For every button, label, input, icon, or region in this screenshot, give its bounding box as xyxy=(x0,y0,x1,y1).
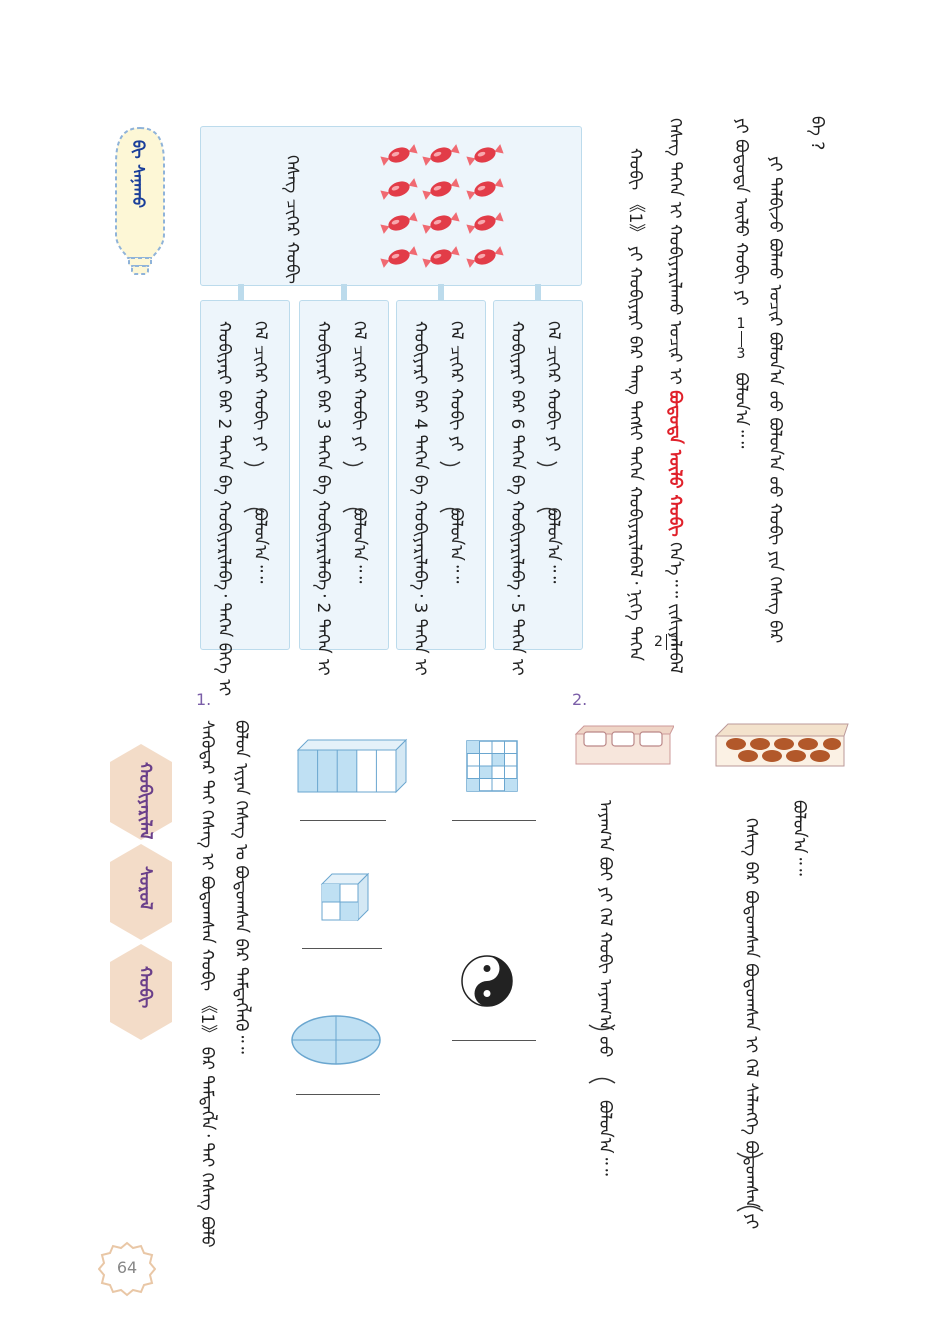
text-line-4: ᠬᠤᠪᠢ 《1》 ᠶᠢ ᠬᠤᠪᠢᠶᠠᠷᠢ ᠪᠡᠷ ᠲᠡᠩ ᠲᠡᠭᠰᠢ ᠲᠡᠭᠡᠨ… xyxy=(625,148,645,661)
tab-3[interactable]: ᠬᠤᠪᠢ xyxy=(130,966,160,1008)
exercise-1-line-b: ᠪᠣᠯᠤᠨ ᠢᠶᠠᠨ ᠬᠡᠰᠡᠭ ᠤ ᠪᠤᠳᠤᠭᠰᠠᠨ ᠪᠡᠷ ᠲᠡᠮᠳᠡᠭᠯᠡ… xyxy=(231,720,251,1054)
answer-parentheses xyxy=(536,461,558,513)
candy-row-1 xyxy=(379,142,505,168)
candy-row-2 xyxy=(379,176,505,202)
sub-box-3-line1: ᠬᠡᠯ ᠴᠢᠬᠡᠷ ᠬᠤᠪᠢ ᠶᠢᠪᠣᠯᠤᠨ᠎ᠠ᠃᠃ xyxy=(349,321,369,584)
textbook-page: { "question_mark": "ᠪᠡ ?", "text_lines":… xyxy=(0,0,940,1337)
sub-box-2-line1: ᠬᠡᠯ ᠴᠢᠬᠡᠷ ᠬᠤᠪᠢ ᠶᠢᠪᠣᠯᠤᠨ᠎ᠠ᠃᠃ xyxy=(446,321,466,584)
sub-box-3-line2: ᠬᠤᠪᠢᠶᠠᠷᠢ ᠪᠡᠷ 3 ᠲᠡᠭᠡᠨ ᠪᠡ ᠬᠤᠪᠢᠶᠠᠷᠢᠯᠠᠪᠠ᠂ 2 … xyxy=(313,321,333,676)
candy-row-4 xyxy=(379,244,505,270)
text-line-1: ᠶᠢ ᠲᠠᠯᠪᠢᠵᠤ ᠪᠣᠯᠬᠤ ᠤᠴᠢᠷ ᠪᠣᠯᠤᠨ᠎ᠠ ᠦᠦ ᠪᠣᠯᠤᠨ᠎ᠠ… xyxy=(765,156,785,644)
cups xyxy=(583,731,663,747)
text-line-3: ᠬᠡᠰᠡᠭ ᠲᠡᠭᠡᠨ ᠢ ᠬᠤᠪᠢᠶᠠᠷᠢᠯᠠᠬᠤ ᠤᠴᠢᠷ ᠢ ᠪᠤᠳᠤᠳᠠ… xyxy=(665,118,685,674)
candies-illustration xyxy=(379,142,505,270)
sub-box-2: ᠬᠡᠯ ᠴᠢᠬᠡᠷ ᠬᠤᠪᠢ ᠶᠢᠪᠣᠯᠤᠨ᠎ᠠ᠃᠃ ᠬᠤᠪᠢᠶᠠᠷᠢ ᠪᠡᠷ … xyxy=(396,300,486,676)
answer-line xyxy=(302,948,382,949)
answer-line xyxy=(452,1040,536,1041)
tab-2[interactable]: ᠰᠤᠷᠤᠯ xyxy=(130,866,160,910)
bulb-label: ᠪᠢ ᠰᠠᠨᠠᠬᠤ xyxy=(129,140,148,209)
fraction-two-thirds: 2 3 xyxy=(654,634,679,650)
exercise-2-cups-end: ᠪᠣᠯᠤᠨ᠎ᠠ᠃᠃ xyxy=(595,1100,615,1176)
cube-shape xyxy=(320,872,370,922)
answer-line xyxy=(300,820,386,821)
prism-shape xyxy=(296,738,408,794)
exercise-1-line-a: ᠰᠡᠭᠦᠳᠡᠷ ᠲᠡᠢ ᠬᠡᠰᠡᠭ ᠢ ᠪᠤᠳᠤᠭᠰᠠᠨ ᠬᠤᠪᠢ 《1》 ᠪᠡ… xyxy=(197,720,217,1248)
yin-yang-shape xyxy=(461,955,513,1007)
egg-tray-illustration xyxy=(714,723,849,767)
sub-box-4-line2: ᠬᠤᠪᠢᠶᠠᠷᠢ ᠪᠡᠷ 2 ᠲᠡᠭᠡᠨ ᠪᠡ ᠬᠤᠪᠢᠶᠠᠷᠢᠯᠠᠪᠠ᠂ ᠲᠡ… xyxy=(214,321,234,697)
candy-row-3 xyxy=(379,210,505,236)
exercise-2-cups-line: ᠠᠶᠠᠭ᠎ᠠ ᠪᠤᠢ ᠶᠢ ᠬᠡᠯ ᠬᠤᠪᠢ ᠠᠶᠠᠭ᠎ᠠ ᠦᠦ xyxy=(595,800,615,1058)
text-line-2: ᠶᠢ ᠪᠤᠳᠤᠳᠠ ᠦᠯᠦ ᠬᠤᠪᠢ ᠶᠢ 1 3 ᠪᠣᠯᠤᠨ᠎ᠠ᠃᠃ xyxy=(730,118,752,448)
answer-line xyxy=(452,820,536,821)
cups-illustration xyxy=(574,725,674,765)
answer-parentheses xyxy=(736,1152,764,1212)
text-line-2-b: ᠪᠣᠯᠤᠨ᠎ᠠ᠃᠃ xyxy=(731,372,751,449)
sub-box-4: ᠬᠡᠯ ᠴᠢᠬᠡᠷ ᠬᠤᠪᠢ ᠶᠢᠪᠣᠯᠤᠨ᠎ᠠ᠃᠃ ᠬᠤᠪᠢᠶᠠᠷᠢ ᠪᠡᠷ … xyxy=(200,300,290,696)
exercise-2-number: 2. xyxy=(572,690,588,709)
answer-line xyxy=(296,1094,380,1095)
candy-box-label: ᠬᠡᠰᠡᠭ ᠴᠢᠬᠡᠷ ᠬᠤᠪᠢ xyxy=(282,155,302,284)
highlighted-term: ᠪᠤᠳᠤᠳᠠ ᠦᠯᠦ ᠬᠤᠪᠢ xyxy=(665,390,685,537)
answer-parentheses xyxy=(342,461,364,513)
answer-parentheses xyxy=(243,461,265,513)
sub-box-2-line2: ᠬᠤᠪᠢᠶᠠᠷᠢ ᠪᠡᠷ 4 ᠲᠡᠭᠡᠨ ᠪᠡ ᠬᠤᠪᠢᠶᠠᠷᠢᠯᠠᠪᠠ᠂ 3 … xyxy=(410,321,430,676)
exercise-2-egg-end: ᠪᠣᠯᠤᠨ᠎ᠠ᠃᠃ xyxy=(789,800,809,876)
sub-box-4-line1: ᠬᠡᠯ ᠴᠢᠬᠡᠷ ᠬᠤᠪᠢ ᠶᠢᠪᠣᠯᠤᠨ᠎ᠠ᠃᠃ xyxy=(250,321,270,584)
sub-box-1-line1: ᠬᠡᠯ ᠴᠢᠬᠡᠷ ᠬᠤᠪᠢ ᠶᠢᠪᠣᠯᠤᠨ᠎ᠠ᠃᠃ xyxy=(543,321,563,584)
fraction-one-third: 1 3 xyxy=(736,316,746,362)
sub-box-3: ᠬᠡᠯ ᠴᠢᠬᠡᠷ ᠬᠤᠪᠢ ᠶᠢᠪᠣᠯᠤᠨ᠎ᠠ᠃᠃ ᠬᠤᠪᠢᠶᠠᠷᠢ ᠪᠡᠷ … xyxy=(299,300,389,676)
answer-parentheses xyxy=(588,1024,616,1084)
question-mark-text: ᠪᠡ ? xyxy=(807,116,827,151)
page-number: 64 xyxy=(116,1258,138,1277)
tab-1[interactable]: ᠬᠤᠪᠢᠶᠠᠷᠢᠯᠠᠯ xyxy=(130,762,160,839)
exercise-1-number: 1. xyxy=(196,690,212,709)
sub-box-1-line2: ᠬᠤᠪᠢᠶᠠᠷᠢ ᠪᠡᠷ 6 ᠲᠡᠭᠡᠨ ᠪᠡ ᠬᠤᠪᠢᠶᠠᠷᠢᠯᠠᠪᠠ᠂ 5 … xyxy=(507,321,527,676)
answer-parentheses xyxy=(439,461,461,513)
ellipse-shape xyxy=(291,1015,381,1065)
grid-square-shape xyxy=(466,740,518,792)
sub-box-1: ᠬᠡᠯ ᠴᠢᠬᠡᠷ ᠬᠤᠪᠢ ᠶᠢᠪᠣᠯᠤᠨ᠎ᠠ᠃᠃ ᠬᠤᠪᠢᠶᠠᠷᠢ ᠪᠡᠷ … xyxy=(493,300,583,676)
text-line-2-a: ᠶᠢ ᠪᠤᠳᠤᠳᠠ ᠦᠯᠦ ᠬᠤᠪᠢ ᠶᠢ xyxy=(731,118,751,306)
candy-box: ᠬᠡᠰᠡᠭ ᠴᠢᠬᠡᠷ ᠬᠤᠪᠢ xyxy=(200,126,582,286)
